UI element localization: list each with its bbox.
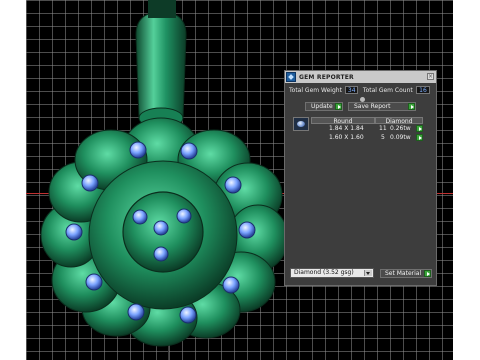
- row-2-select-button[interactable]: [416, 134, 423, 141]
- row-1-weight: 0.26tw: [390, 125, 411, 132]
- row-1-size: 1.84 X 1.84: [329, 125, 364, 132]
- gem: [176, 208, 192, 224]
- update-button[interactable]: Update: [305, 102, 343, 111]
- green-arrow-icon: [408, 103, 415, 110]
- row-2-weight: 0.09tw: [390, 134, 411, 141]
- column-header-material: Diamond: [375, 117, 423, 125]
- row-1-count: 11: [379, 125, 387, 132]
- set-material-button[interactable]: Set Material: [380, 268, 432, 278]
- pendant-bail: [135, 11, 187, 124]
- update-button-label: Update: [311, 103, 333, 110]
- gem: [132, 209, 148, 225]
- gem: [153, 220, 169, 236]
- close-icon[interactable]: ×: [427, 73, 434, 80]
- bail-top-loop: [148, 0, 176, 18]
- gem: [224, 176, 242, 194]
- row-2-count: 5: [381, 134, 385, 141]
- column-header-shape: Round: [311, 117, 375, 125]
- gem-reporter-app-icon: [286, 72, 296, 82]
- gem: [129, 141, 147, 159]
- gem: [222, 276, 240, 294]
- save-report-button[interactable]: Save Report: [348, 102, 416, 111]
- green-arrow-icon: [424, 269, 431, 277]
- total-gem-count-value: 16: [415, 86, 430, 94]
- total-gem-weight-label: Total Gem Weight: [289, 86, 342, 94]
- row-1-select-button[interactable]: [416, 125, 423, 132]
- material-dropdown-value: Diamond (3.52 gsg): [294, 269, 354, 276]
- gem-reporter-panel: GEM REPORTER × Total Gem Weight 34 Total…: [284, 70, 437, 286]
- material-dropdown[interactable]: Diamond (3.52 gsg): [290, 268, 374, 278]
- panel-titlebar[interactable]: GEM REPORTER ×: [285, 71, 436, 83]
- round-gem-thumbnail: [293, 117, 309, 131]
- gem: [127, 303, 145, 321]
- set-material-button-label: Set Material: [385, 269, 422, 277]
- gem: [81, 174, 99, 192]
- save-report-button-label: Save Report: [354, 103, 391, 110]
- green-arrow-icon: [335, 103, 342, 110]
- gem: [85, 273, 103, 291]
- gem: [238, 221, 256, 239]
- gem: [153, 246, 169, 262]
- total-gem-count-label: Total Gem Count: [362, 86, 413, 94]
- chevron-down-icon: [364, 270, 372, 276]
- gem: [65, 223, 83, 241]
- gem: [179, 306, 197, 324]
- total-gem-weight-value: 34: [344, 86, 358, 94]
- gem: [180, 142, 198, 160]
- panel-title: GEM REPORTER: [299, 73, 354, 81]
- row-2-size: 1.60 X 1.60: [329, 134, 364, 141]
